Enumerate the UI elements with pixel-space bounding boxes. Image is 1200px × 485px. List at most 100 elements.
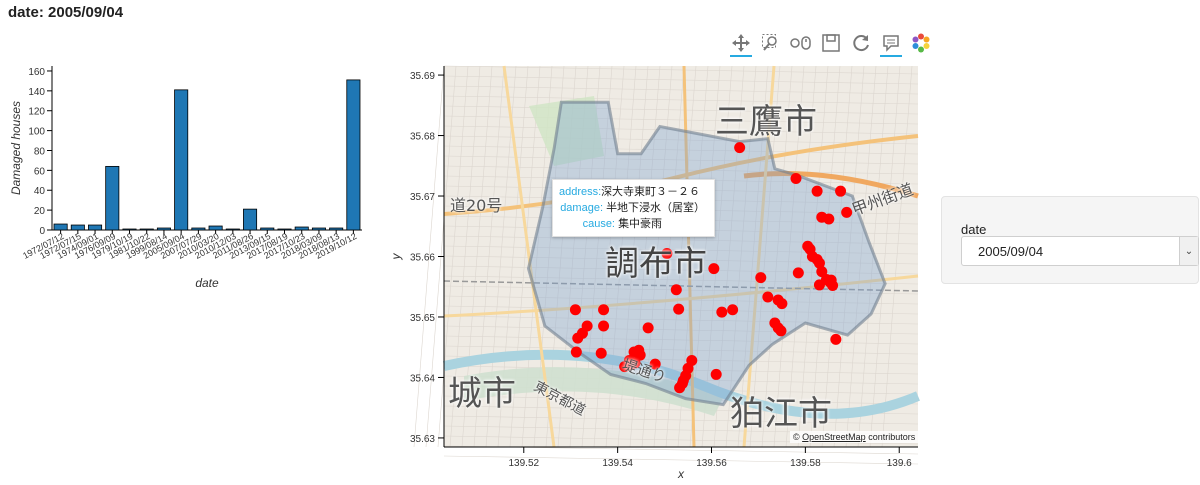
map-label-chofu: 調布市	[605, 244, 707, 284]
damage-point	[598, 320, 610, 332]
map-label-shiro: 城市	[448, 374, 516, 414]
bar	[156, 227, 171, 231]
bar	[70, 224, 85, 231]
damage-point	[841, 206, 853, 218]
map-label-mitaka: 三鷹市	[715, 102, 817, 142]
map-x-tick-label: 139.52	[508, 458, 539, 469]
tooltip-address-key: address:	[559, 186, 602, 198]
bar	[105, 165, 120, 231]
map-y-tick-label: 35.64	[410, 373, 435, 384]
map-x-axis-label: x	[677, 467, 685, 481]
map-y-axis-label: y	[390, 253, 403, 261]
bar	[122, 228, 137, 231]
damage-point	[823, 213, 835, 225]
damage-point	[673, 303, 685, 315]
date-select-value: 2005/09/04	[978, 244, 1044, 259]
damage-point	[790, 172, 802, 184]
y-tick-label: 20	[34, 206, 46, 217]
damage-point	[570, 346, 582, 358]
damage-point	[569, 304, 581, 316]
map-label-komae: 狛江市	[730, 394, 832, 434]
bar	[88, 224, 103, 231]
y-tick-label: 0	[39, 226, 45, 237]
date-select-label: date	[961, 222, 987, 237]
damage-point	[811, 185, 823, 197]
y-tick-label: 120	[28, 107, 45, 118]
bar	[191, 227, 206, 231]
wheel-zoom-tool-icon[interactable]	[788, 31, 814, 55]
bar	[208, 225, 223, 231]
damage-point	[572, 332, 584, 344]
damage-point	[598, 304, 610, 316]
map-y-tick-label: 35.63	[410, 434, 435, 445]
damage-point	[825, 274, 837, 286]
hover-tooltip: address: 深大寺東町３－２６ damage: 半地下浸水（居室） cau…	[552, 179, 715, 237]
tooltip-damage-value: 半地下浸水（居室）	[606, 202, 706, 214]
widget-panel: date 2005/09/04 ⌄	[941, 196, 1199, 284]
page-title: date: 2005/09/04	[8, 4, 124, 21]
y-tick-label: 100	[28, 127, 45, 138]
damage-point	[830, 333, 842, 345]
damage-point	[670, 284, 682, 296]
bar	[243, 208, 258, 231]
bar	[53, 223, 68, 231]
y-tick-label: 40	[34, 186, 46, 197]
bar	[174, 89, 189, 231]
date-select[interactable]: 2005/09/04 ⌄	[961, 236, 1199, 266]
tooltip-cause-value: 集中豪雨	[618, 218, 663, 230]
damage-point	[642, 322, 654, 334]
map-x-tick-label: 139.56	[696, 458, 727, 469]
damage-point	[762, 291, 774, 303]
tooltip-address-value: 深大寺東町３－２６	[601, 186, 701, 198]
map-x-tick-label: 139.54	[602, 458, 633, 469]
damage-point	[716, 306, 728, 318]
damage-point	[813, 279, 825, 291]
x-axis-label: date	[195, 276, 219, 290]
damage-point	[775, 325, 787, 337]
map-attribution: © OpenStreetMap contributors	[790, 431, 919, 443]
bar-chart: 0204060801001201401601972/07/121972/07/1…	[9, 66, 362, 290]
y-tick-label: 80	[34, 146, 46, 157]
plot-toolbar	[728, 30, 934, 57]
bar	[260, 227, 275, 231]
damage-point	[835, 185, 847, 197]
map-y-tick-label: 35.67	[410, 192, 435, 203]
map-x-tick-label: 139.6	[887, 458, 912, 469]
bar	[294, 226, 309, 231]
hover-tool-icon[interactable]	[878, 31, 904, 57]
attribution-link[interactable]: OpenStreetMap	[802, 432, 866, 442]
chevron-down-icon[interactable]: ⌄	[1179, 237, 1198, 265]
y-tick-label: 160	[28, 67, 45, 78]
bar	[139, 228, 154, 231]
box-zoom-tool-icon[interactable]	[758, 31, 784, 55]
damage-point	[772, 294, 784, 306]
map-label-route20: 道20号	[450, 196, 503, 215]
save-tool-icon[interactable]	[818, 31, 844, 55]
map-y-tick-label: 35.69	[410, 71, 435, 82]
damage-point	[734, 142, 746, 154]
damage-point	[676, 378, 688, 389]
reset-tool-icon[interactable]	[848, 31, 874, 55]
bar	[329, 227, 344, 231]
map-y-tick-label: 35.65	[410, 313, 435, 324]
y-axis-label: Damaged houses	[9, 101, 23, 195]
damage-point	[708, 263, 720, 275]
damage-point	[595, 347, 607, 359]
y-tick-label: 60	[34, 166, 46, 177]
map-x-tick-label: 139.58	[790, 458, 821, 469]
bar	[277, 228, 292, 231]
map-y-tick-label: 35.68	[410, 132, 435, 143]
damage-point	[727, 304, 739, 316]
tooltip-damage-key: damage:	[560, 202, 603, 214]
y-tick-label: 140	[28, 87, 45, 98]
bokeh-logo-icon[interactable]	[908, 31, 934, 55]
damage-point	[792, 267, 804, 279]
bar-plot-area	[52, 66, 362, 230]
map-y-tick-label: 35.66	[410, 253, 435, 264]
damage-point	[755, 272, 767, 284]
attribution-text: contributors	[868, 432, 916, 442]
bar	[311, 227, 326, 231]
bar	[225, 228, 240, 231]
tooltip-cause-key: cause:	[582, 218, 615, 230]
pan-tool-icon[interactable]	[728, 31, 754, 57]
